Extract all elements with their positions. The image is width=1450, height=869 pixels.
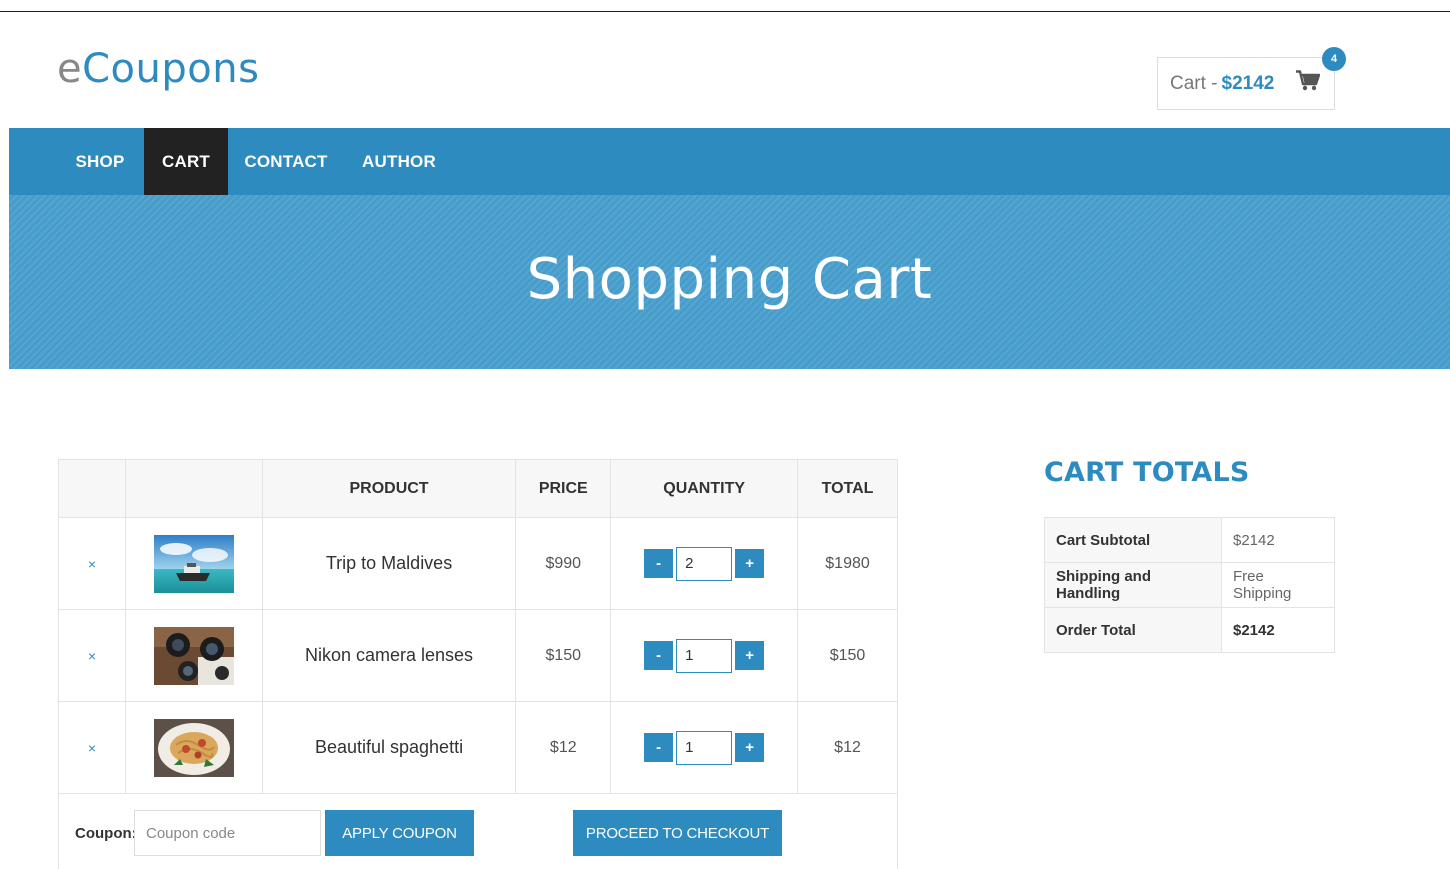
remove-item-button[interactable]: ×: [88, 648, 96, 664]
header-price: PRICE: [515, 459, 612, 518]
logo-text: Coupons: [82, 46, 260, 92]
header-thumbnail: [124, 459, 263, 518]
product-thumbnail[interactable]: [153, 534, 234, 593]
product-thumbnail[interactable]: [153, 626, 234, 685]
proceed-to-checkout-button[interactable]: PROCEED TO CHECKOUT: [573, 810, 782, 856]
cart-totals-table: Cart Subtotal $2142 Shipping and Handlin…: [1044, 517, 1335, 653]
coupon-row: Coupon: APPLY COUPON PROCEED TO CHECKOUT: [58, 793, 898, 869]
page-title: Shopping Cart: [526, 247, 933, 312]
table-row: × Trip to Maldives $990 - 2 + $1980: [58, 517, 898, 610]
line-total: $1980: [797, 517, 898, 610]
quantity-input[interactable]: [676, 638, 733, 673]
line-total: $150: [797, 609, 898, 702]
cart-amount: $2142: [1221, 72, 1275, 94]
quantity-stepper: - +: [644, 546, 765, 581]
quantity-stepper: - +: [644, 730, 765, 765]
nav-item-author[interactable]: AUTHOR: [357, 128, 441, 195]
site-logo[interactable]: eCoupons: [57, 46, 259, 92]
subtotal-value: $2142: [1221, 517, 1335, 563]
nav-item-shop[interactable]: SHOP: [65, 128, 135, 195]
logo-prefix: e: [57, 46, 83, 92]
coupon-label: Coupon:: [75, 825, 137, 842]
header-cart-button[interactable]: Cart - $2142: [1157, 57, 1335, 110]
header-quantity: QUANTITY: [610, 459, 799, 518]
shipping-label: Shipping and Handling: [1044, 562, 1222, 608]
nav-item-contact[interactable]: CONTACT: [241, 128, 331, 195]
cart-count-badge: 4: [1322, 47, 1346, 71]
cart-totals-heading: CART TOTALS: [1044, 457, 1250, 488]
table-row: × Nikon camera lenses $150 - 1 + $150: [58, 609, 898, 702]
shopping-cart-icon: [1296, 70, 1321, 97]
product-name[interactable]: Beautiful spaghetti: [261, 701, 517, 794]
totals-row-subtotal: Cart Subtotal $2142: [1044, 517, 1335, 563]
remove-item-button[interactable]: ×: [88, 556, 96, 572]
quantity-increase-button[interactable]: +: [735, 641, 765, 670]
quantity-stepper: - +: [644, 638, 765, 673]
header-remove: [58, 459, 126, 518]
quantity-decrease-button[interactable]: -: [644, 641, 674, 670]
totals-row-shipping: Shipping and Handling Free Shipping: [1044, 562, 1335, 608]
quantity-decrease-button[interactable]: -: [644, 733, 674, 762]
nav-item-cart[interactable]: CART: [144, 128, 228, 195]
quantity-increase-button[interactable]: +: [735, 733, 765, 762]
cart-label: Cart -: [1170, 72, 1218, 94]
product-price: $150: [515, 609, 612, 702]
line-total: $12: [797, 701, 898, 794]
order-total-value: $2142: [1221, 607, 1335, 653]
main-nav: SHOP CART CONTACT AUTHOR: [9, 128, 1450, 195]
cart-table: PRODUCT PRICE QUANTITY TOTAL × Trip to M…: [58, 459, 898, 794]
quantity-increase-button[interactable]: +: [735, 549, 765, 578]
quantity-decrease-button[interactable]: -: [644, 549, 674, 578]
remove-item-button[interactable]: ×: [88, 740, 96, 756]
subtotal-label: Cart Subtotal: [1044, 517, 1222, 563]
product-price: $12: [515, 701, 612, 794]
table-row: × Beautiful spaghetti $12 - 1 + $12: [58, 701, 898, 794]
product-name[interactable]: Trip to Maldives: [261, 517, 517, 610]
product-thumbnail[interactable]: [153, 718, 234, 777]
top-rule: [0, 11, 1450, 12]
hero-banner: Shopping Cart: [9, 195, 1450, 369]
product-price: $990: [515, 517, 612, 610]
apply-coupon-button[interactable]: APPLY COUPON: [325, 810, 474, 856]
product-name[interactable]: Nikon camera lenses: [261, 609, 517, 702]
cart-header-row: PRODUCT PRICE QUANTITY TOTAL: [58, 459, 898, 518]
quantity-input[interactable]: [676, 730, 733, 765]
coupon-code-input[interactable]: [134, 810, 321, 856]
order-total-label: Order Total: [1044, 607, 1222, 653]
quantity-input[interactable]: [676, 546, 733, 581]
shipping-value: Free Shipping: [1221, 562, 1335, 608]
header-total: TOTAL: [797, 459, 898, 518]
totals-row-order-total: Order Total $2142: [1044, 607, 1335, 653]
header-product: PRODUCT: [261, 459, 517, 518]
